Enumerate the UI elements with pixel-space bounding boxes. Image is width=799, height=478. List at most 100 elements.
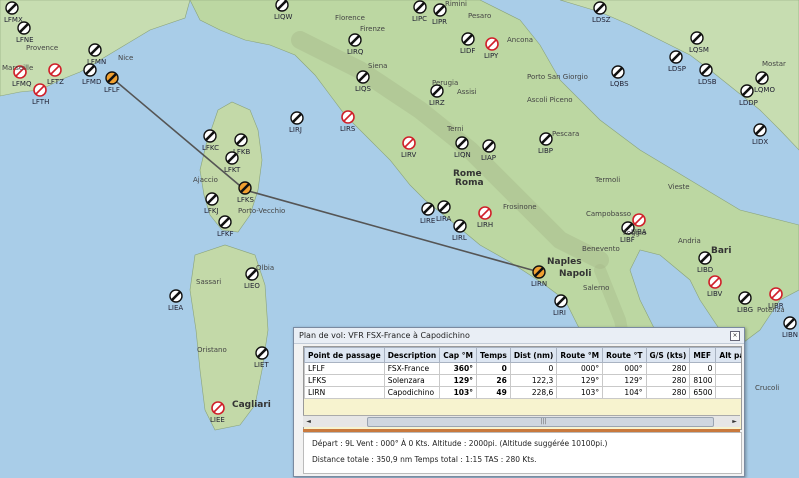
waypoint-cell: LFKS bbox=[304, 374, 385, 387]
airport-code-label: LDDP bbox=[739, 99, 758, 107]
airport-code-label: LIRE bbox=[420, 217, 435, 225]
distance-cell: 228,6 bbox=[509, 386, 558, 399]
city-label: Porto-Vecchio bbox=[238, 207, 285, 215]
city-label: Marseille bbox=[2, 64, 33, 72]
city-label: Provence bbox=[26, 44, 58, 52]
summary-departure-line: Départ : 9L Vent : 000° À 0 Kts. Altitud… bbox=[312, 439, 608, 448]
city-label: Assisi bbox=[457, 88, 477, 96]
city-label: Naples bbox=[547, 257, 582, 267]
column-header[interactable]: Route °M bbox=[556, 347, 604, 363]
mef-cell: 6500 bbox=[689, 386, 717, 399]
airport-code-label: LIRQ bbox=[347, 48, 364, 56]
airport-code-label: LFKF bbox=[217, 230, 234, 238]
airport-code-label: LFLF bbox=[104, 86, 120, 94]
scroll-left-arrow-icon[interactable]: ◄ bbox=[304, 417, 313, 426]
airport-code-label: LIAP bbox=[481, 154, 496, 162]
route-magnetic-cell: 103° bbox=[556, 386, 604, 399]
airport-code-label: LIPC bbox=[412, 15, 427, 23]
mef-cell: 0 bbox=[689, 362, 717, 375]
time-cell: 0 bbox=[475, 362, 511, 375]
city-label: Siena bbox=[368, 62, 387, 70]
mef-cell: 8100 bbox=[689, 374, 717, 387]
city-label: Andria bbox=[678, 237, 701, 245]
city-label: Perugia bbox=[432, 79, 458, 87]
airport-code-label: LIPR bbox=[432, 18, 447, 26]
city-label: Florence bbox=[335, 14, 365, 22]
airport-code-label: LIBF bbox=[620, 236, 635, 244]
column-header[interactable]: Cap °M bbox=[439, 347, 477, 363]
table-header-row: Point de passage Description Cap °M Temp… bbox=[304, 347, 741, 363]
table-row[interactable]: LFLF FSX-France 360° 0 0 000° 000° 280 0 bbox=[304, 362, 741, 375]
column-header[interactable]: Alt par bbox=[715, 347, 741, 363]
waypoint-cell: LFLF bbox=[304, 362, 385, 375]
horizontal-scrollbar[interactable]: ◄ ||| ► bbox=[303, 415, 740, 427]
route-magnetic-cell: 000° bbox=[556, 362, 604, 375]
airport-code-label: LDSZ bbox=[592, 16, 611, 24]
grip-icon: ||| bbox=[540, 418, 547, 425]
column-header[interactable]: Route °T bbox=[602, 347, 647, 363]
city-label: Napoli bbox=[559, 269, 591, 279]
heading-cell: 129° bbox=[439, 374, 477, 387]
airport-code-label: LFMQ bbox=[12, 80, 32, 88]
waypoint-table: Point de passage Description Cap °M Temp… bbox=[304, 347, 741, 399]
city-label: Crucoli bbox=[755, 384, 779, 392]
airport-code-label: LIBN bbox=[782, 331, 798, 339]
airport-code-label: LIBV bbox=[707, 290, 723, 298]
airport-code-label: LIEE bbox=[210, 416, 225, 424]
city-label: Foggia bbox=[623, 229, 646, 237]
flight-plan-panel[interactable]: Plan de vol: VFR FSX-France à Capodichin… bbox=[293, 327, 745, 477]
panel-title-bar[interactable]: Plan de vol: VFR FSX-France à Capodichin… bbox=[294, 328, 744, 344]
airport-code-label: LIET bbox=[254, 361, 269, 369]
city-label: Termoli bbox=[594, 176, 620, 184]
scrollbar-thumb[interactable]: ||| bbox=[367, 417, 714, 427]
column-header[interactable]: MEF bbox=[689, 347, 717, 363]
description-cell: Capodichino bbox=[383, 386, 441, 399]
airport-code-label: LFKT bbox=[224, 166, 241, 174]
city-label: Ajaccio bbox=[193, 176, 218, 184]
airport-code-label: LFNE bbox=[16, 36, 34, 44]
airport-code-label: LFTZ bbox=[47, 78, 64, 86]
city-label: Salerno bbox=[583, 284, 609, 292]
airport-code-label: LIQS bbox=[355, 85, 371, 93]
column-header[interactable]: Temps bbox=[475, 347, 511, 363]
column-header[interactable]: G/S (kts) bbox=[645, 347, 691, 363]
city-label: Terni bbox=[446, 125, 464, 133]
summary-totals-line: Distance totale : 350,9 nm Temps total :… bbox=[312, 455, 537, 464]
heading-cell: 360° bbox=[439, 362, 477, 375]
city-label: Bari bbox=[711, 246, 731, 256]
time-cell: 26 bbox=[475, 374, 511, 387]
city-label: Nice bbox=[118, 54, 133, 62]
column-header[interactable]: Point de passage bbox=[304, 347, 385, 363]
airport-code-label: LIRV bbox=[401, 151, 416, 159]
airport-code-label: LFKJ bbox=[204, 207, 219, 215]
airport-code-label: LIEA bbox=[168, 304, 183, 312]
city-label: Frosinone bbox=[503, 203, 537, 211]
city-label: Oristano bbox=[197, 346, 227, 354]
airport-code-label: LIRI bbox=[553, 309, 566, 317]
column-header[interactable]: Dist (nm) bbox=[509, 347, 558, 363]
airport-code-label: LIRH bbox=[477, 221, 493, 229]
route-true-cell: 129° bbox=[602, 374, 647, 387]
route-true-cell: 104° bbox=[602, 386, 647, 399]
scroll-right-arrow-icon[interactable]: ► bbox=[730, 417, 739, 426]
altitude-cell bbox=[715, 374, 741, 387]
route-true-cell: 000° bbox=[602, 362, 647, 375]
altitude-cell bbox=[715, 362, 741, 375]
city-label: Porto San Giorgio bbox=[527, 73, 588, 81]
airport-code-label: LIQW bbox=[274, 13, 292, 21]
airport-code-label: LIDX bbox=[752, 138, 768, 146]
table-row[interactable]: LIRN Capodichino 103° 49 228,6 103° 104°… bbox=[304, 386, 741, 399]
airport-code-label: LDSB bbox=[698, 78, 717, 86]
groundspeed-cell: 280 bbox=[645, 374, 691, 387]
close-button[interactable]: × bbox=[730, 331, 740, 341]
airport-code-label: LIEO bbox=[244, 282, 260, 290]
column-header[interactable]: Description bbox=[383, 347, 441, 363]
city-label: Rimini bbox=[445, 0, 467, 8]
table-row[interactable]: LFKS Solenzara 129° 26 122,3 129° 129° 2… bbox=[304, 374, 741, 387]
airport-code-label: LQSM bbox=[689, 46, 709, 54]
city-label: Mostar bbox=[762, 60, 786, 68]
panel-title: Plan de vol: VFR FSX-France à Capodichin… bbox=[299, 331, 470, 340]
city-label: Benevento bbox=[582, 245, 620, 253]
airport-code-label: LQMO bbox=[754, 86, 775, 94]
airport-code-label: LIBP bbox=[538, 147, 553, 155]
